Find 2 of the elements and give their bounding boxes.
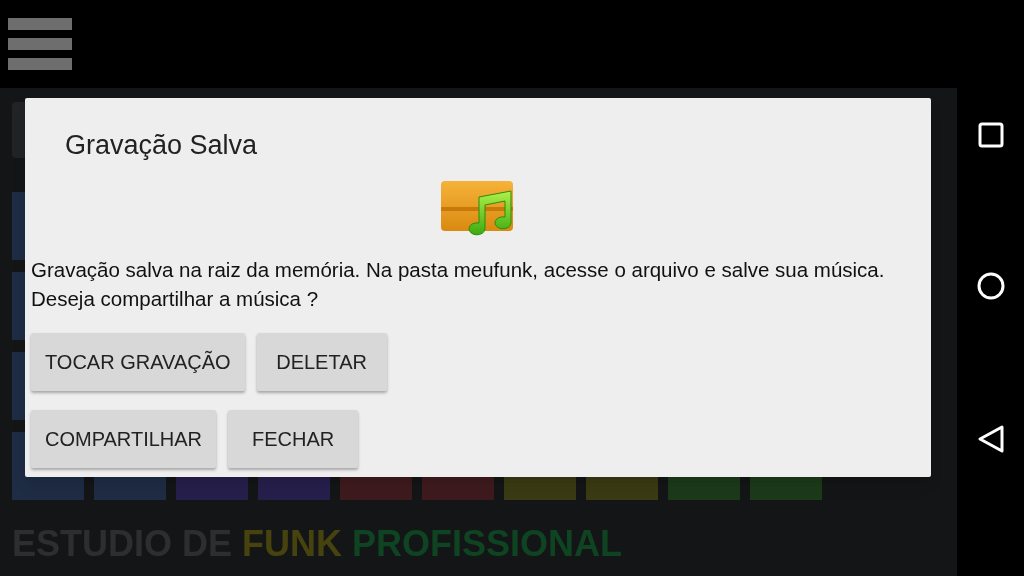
dialog-title: Gravação Salva	[64, 129, 259, 159]
dialog-message: Gravação salva na raiz da memória. Na pasta meufunk, acesse o arquivo e salve sua música. Deseja compartilhar a música ?	[31, 257, 886, 312]
